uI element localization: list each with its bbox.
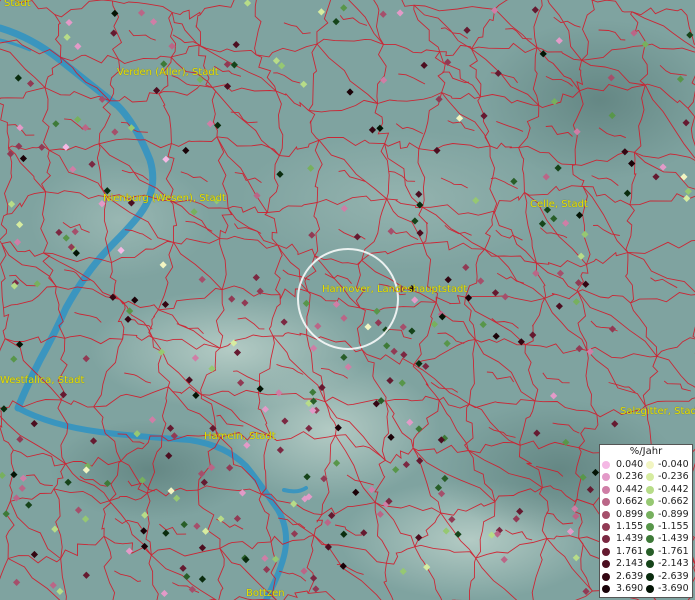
legend-value: -1.439 [658,533,689,545]
legend-value: 0.899 [616,508,644,520]
legend-value: -2.143 [658,558,689,570]
legend-value: 1.439 [616,533,644,545]
legend-swatch [646,523,654,531]
legend-value: 1.155 [616,521,644,532]
city-label: Hannover, Landeshauptstadt [322,284,468,295]
legend-value: 0.662 [616,496,644,508]
legend-value: 0.040 [616,459,644,470]
legend: %/Jahr 0.040 -0.040 0.236 -0.236 0.442 -0.442… [599,444,693,598]
legend-value: -3.690 [658,583,689,594]
legend-value: -0.662 [658,496,689,508]
city-label: Bottzen [246,588,285,599]
city-label: Nienburg (Wesen), Stadt [103,193,226,204]
legend-value: -0.899 [658,508,689,520]
city-label: Hameln, Stadt [204,431,276,442]
legend-swatch [646,510,654,519]
city-label: Celle, Stadt [530,199,588,210]
legend-value: -1.155 [658,521,689,532]
legend-swatch [602,473,610,482]
legend-swatch [646,572,654,581]
legend-value: -1.761 [658,545,689,557]
legend-value: 1.761 [616,545,644,557]
city-label: Salzgitter, Stadt [620,406,695,417]
legend-swatch [646,473,654,482]
city-label: Verden (Aller), Stadt [117,67,219,78]
legend-swatch [602,510,610,519]
map-view[interactable]: Stadt Verden (Aller), Stadt Nienburg (We… [0,0,695,600]
legend-value: 0.236 [616,471,644,483]
legend-swatch [646,585,654,593]
legend-swatch [646,485,654,494]
legend-swatch [602,498,610,507]
legend-value: 2.143 [616,558,644,570]
city-label: Stadt [4,0,31,9]
legend-swatch [602,523,610,531]
legend-value: 2.639 [616,570,644,582]
legend-swatch [602,560,610,569]
legend-value: -0.442 [658,483,689,495]
legend-value: -2.639 [658,570,689,582]
legend-swatch [646,461,654,469]
legend-value: -0.236 [658,471,689,483]
legend-swatch [646,560,654,569]
legend-swatch [646,498,654,507]
legend-swatch [646,547,654,556]
legend-swatch [602,461,610,469]
legend-swatch [602,547,610,556]
legend-value: -0.040 [658,459,689,470]
legend-swatch [646,535,654,544]
legend-value: 3.690 [616,583,644,594]
legend-swatch [602,535,610,544]
map-canvas[interactable] [0,0,695,600]
legend-swatch [602,485,610,494]
legend-value: 0.442 [616,483,644,495]
legend-title: %/Jahr [629,446,663,457]
legend-swatch [602,585,610,593]
legend-swatch [602,572,610,581]
city-label: Westfalica, Stadt [0,375,85,386]
